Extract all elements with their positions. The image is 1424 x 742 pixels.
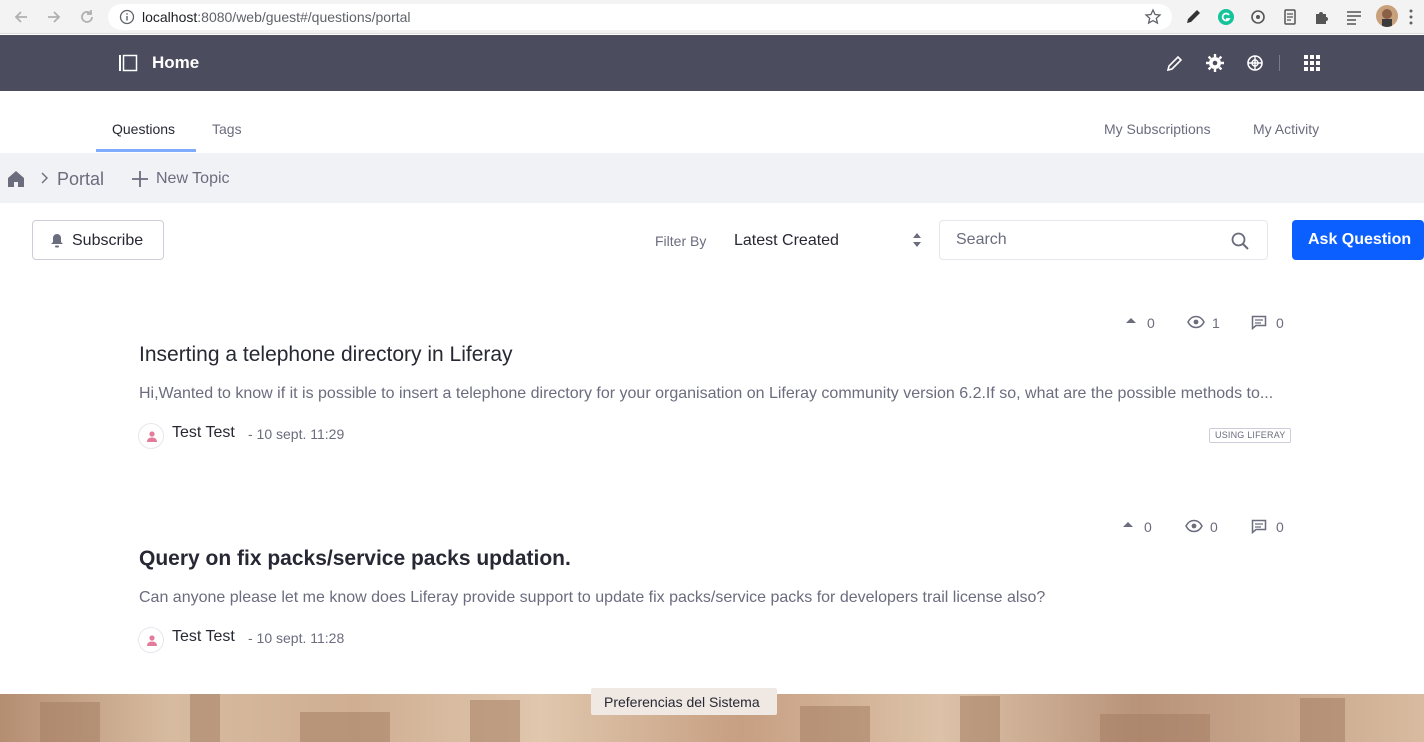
question-excerpt: Can anyone please let me know does Lifer… bbox=[139, 589, 1046, 606]
eye-icon bbox=[1185, 519, 1203, 533]
settings-gear-icon[interactable] bbox=[1206, 54, 1224, 72]
edit-pencil-icon[interactable] bbox=[1166, 54, 1184, 72]
url-path: :8080/web/guest#/questions/portal bbox=[197, 9, 411, 25]
comment-icon bbox=[1251, 315, 1267, 330]
extension-doc-icon[interactable] bbox=[1280, 7, 1300, 27]
search-icon[interactable] bbox=[1231, 232, 1249, 250]
comment-icon bbox=[1251, 519, 1267, 534]
page-title: Home bbox=[152, 53, 200, 72]
user-icon bbox=[147, 635, 157, 646]
caret-up-icon bbox=[1123, 522, 1133, 527]
home-icon[interactable] bbox=[7, 170, 25, 188]
building-shape bbox=[800, 706, 870, 742]
breadcrumb-current[interactable]: Portal bbox=[57, 169, 104, 190]
control-bar-divider bbox=[1279, 55, 1280, 71]
filter-by-label: Filter By bbox=[655, 233, 707, 249]
extension-gear-icon[interactable] bbox=[1248, 7, 1268, 27]
my-activity-link[interactable]: My Activity bbox=[1253, 121, 1319, 137]
plus-icon bbox=[131, 170, 149, 188]
applications-grid-icon[interactable] bbox=[1303, 54, 1321, 72]
my-subscriptions-link[interactable]: My Subscriptions bbox=[1104, 121, 1211, 137]
question-title[interactable]: Inserting a telephone directory in Lifer… bbox=[139, 343, 513, 367]
building-shape bbox=[1300, 698, 1345, 742]
question-excerpt: Hi,Wanted to know if it is possible to i… bbox=[139, 385, 1274, 402]
author-avatar[interactable] bbox=[138, 423, 164, 449]
profile-avatar[interactable] bbox=[1376, 5, 1398, 27]
building-shape bbox=[300, 712, 390, 742]
forward-icon[interactable] bbox=[44, 7, 64, 27]
address-bar[interactable]: localhost:8080/web/guest#/questions/port… bbox=[108, 4, 1172, 30]
system-preferences-tooltip: Preferencias del Sistema bbox=[591, 688, 777, 715]
browser-toolbar: localhost:8080/web/guest#/questions/port… bbox=[0, 0, 1424, 34]
bell-icon bbox=[50, 233, 64, 248]
ask-question-label: Ask Question bbox=[1308, 231, 1412, 248]
views-count: 1 bbox=[1212, 315, 1220, 331]
filter-select-value: Latest Created bbox=[734, 232, 839, 249]
tooltip-label: Preferencias del Sistema bbox=[604, 694, 760, 710]
answers-count: 0 bbox=[1276, 315, 1284, 331]
answers-count: 0 bbox=[1276, 519, 1284, 535]
new-topic-label: New Topic bbox=[156, 170, 230, 187]
search-input[interactable] bbox=[941, 222, 1221, 258]
control-menu: Home bbox=[0, 35, 1424, 91]
question-card: 0 1 0 Inserting a telephone directory in… bbox=[0, 313, 1424, 473]
browser-menu-icon[interactable] bbox=[1403, 8, 1419, 26]
author-name[interactable]: Test Test bbox=[172, 424, 235, 442]
select-caret-icon bbox=[912, 232, 922, 248]
building-shape bbox=[960, 696, 1000, 742]
caret-up-icon bbox=[1126, 318, 1136, 323]
search-field bbox=[939, 220, 1268, 260]
votes-count: 0 bbox=[1144, 519, 1152, 535]
breadcrumb: Portal New Topic bbox=[0, 153, 1424, 203]
filter-select[interactable]: Latest Created bbox=[722, 220, 930, 260]
reload-icon[interactable] bbox=[77, 7, 97, 27]
reading-list-icon[interactable] bbox=[1344, 7, 1364, 27]
active-tab-indicator bbox=[96, 149, 196, 152]
chevron-right-icon bbox=[39, 172, 49, 184]
building-shape bbox=[470, 700, 520, 742]
building-shape bbox=[40, 702, 100, 742]
subscribe-button[interactable]: Subscribe bbox=[32, 220, 164, 260]
user-icon bbox=[147, 431, 157, 442]
author-avatar[interactable] bbox=[138, 627, 164, 653]
question-title[interactable]: Query on fix packs/service packs updatio… bbox=[139, 547, 571, 571]
grammarly-icon[interactable] bbox=[1216, 7, 1236, 27]
tab-questions[interactable]: Questions bbox=[112, 121, 175, 137]
url-host: localhost bbox=[142, 9, 198, 25]
building-shape bbox=[1100, 714, 1210, 742]
tag-badge[interactable]: USING LIFERAY bbox=[1209, 428, 1292, 443]
back-icon[interactable] bbox=[11, 7, 31, 27]
ask-question-button[interactable]: Ask Question bbox=[1292, 220, 1424, 260]
question-date: - 10 sept. 11:28 bbox=[248, 630, 345, 646]
questions-navigation: Questions Tags My Subscriptions My Activ… bbox=[0, 91, 1424, 153]
tab-tags[interactable]: Tags bbox=[212, 121, 242, 137]
extensions-puzzle-icon[interactable] bbox=[1312, 7, 1332, 27]
extension-pen-icon[interactable] bbox=[1184, 7, 1204, 27]
info-icon[interactable] bbox=[119, 9, 135, 25]
question-card: 0 0 0 Query on fix packs/service packs u… bbox=[0, 517, 1424, 677]
views-count: 0 bbox=[1210, 519, 1218, 535]
simulation-target-icon[interactable] bbox=[1246, 54, 1264, 72]
bookmark-star-icon[interactable] bbox=[1144, 8, 1162, 26]
votes-count: 0 bbox=[1147, 315, 1155, 331]
question-date: - 10 sept. 11:29 bbox=[248, 426, 345, 442]
subscribe-label: Subscribe bbox=[72, 232, 144, 249]
product-menu-toggle-icon[interactable] bbox=[118, 54, 138, 72]
author-name[interactable]: Test Test bbox=[172, 628, 235, 646]
eye-icon bbox=[1187, 315, 1205, 329]
building-shape bbox=[190, 694, 220, 742]
url-text: localhost:8080/web/guest#/questions/port… bbox=[142, 9, 411, 25]
